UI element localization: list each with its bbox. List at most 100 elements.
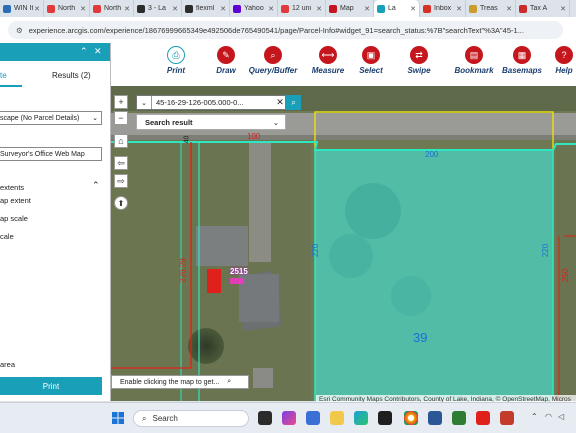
file-explorer-icon[interactable] [330,411,344,425]
search-result-header[interactable]: Search result ⌄ [136,114,286,130]
windows-start-icon[interactable] [112,412,124,424]
task-view-icon[interactable] [258,411,272,425]
section-heading-label: extents [0,183,25,192]
zoom-out-button[interactable]: − [114,111,128,125]
option-map-extent[interactable]: ap extent [0,196,31,205]
browser-tab[interactable]: La ✕ [374,0,420,17]
active-tab-indicator [0,85,22,87]
browser-tab-label: flexml [196,5,215,12]
draw-icon: ✎ [217,46,235,64]
browser-tab-label: 3 - La [148,5,166,12]
browser-tab-label: Tax A [530,5,548,12]
toolbar-button-label: Query/Buffer [248,66,298,75]
close-tab-icon[interactable]: ✕ [560,5,566,13]
print-panel: ⌃ ✕ te Results (2) scape (No Parcel Deta… [0,43,111,401]
clear-search-icon[interactable]: ✕ [275,97,285,108]
previous-extent-button[interactable]: ⇦ [114,156,128,170]
dim-label-parcel-left: 220 [311,243,321,258]
option-map-scale[interactable]: ap scale [0,214,28,223]
zoom-in-button[interactable]: + [114,95,128,109]
volume-icon[interactable]: ◁ [558,412,564,421]
browser-tab[interactable]: Treas ✕ [466,0,516,17]
compass-icon[interactable]: ⬆ [114,196,128,210]
next-extent-button[interactable]: ⇨ [114,174,128,188]
search-result-label: Search result [145,117,193,127]
browser-tab[interactable]: 12 uni ✕ [278,0,326,17]
option-scale[interactable]: cale [0,232,14,241]
close-tab-icon[interactable]: ✕ [364,5,370,13]
close-tab-icon[interactable]: ✕ [34,5,40,13]
url-field[interactable]: ⚙ experience.arcgis.com/experience/18676… [8,21,563,39]
site-info-icon[interactable]: ⚙ [16,26,23,35]
tab-results[interactable]: Results (2) [52,71,91,80]
close-tab-icon[interactable]: ✕ [506,5,512,13]
browser-tab[interactable]: 3 - La ✕ [134,0,182,17]
browser-tab[interactable]: flexml ✕ [182,0,230,17]
search-input[interactable]: ⌄ 45-16-29-126-005.000-0... ✕ [136,95,286,110]
browser-tab[interactable]: Map ✕ [326,0,374,17]
video-app-icon[interactable] [306,411,320,425]
browser-tab-label: La [388,5,396,12]
close-tab-icon[interactable]: ✕ [124,5,130,13]
close-tab-icon[interactable]: ✕ [80,5,86,13]
parcel-39-fill[interactable] [315,150,553,401]
toolbar-swipe-button[interactable]: ⇄ Swipe [391,44,447,85]
basemaps-icon: ▦ [513,46,531,64]
close-tab-icon[interactable]: ✕ [268,5,274,13]
chevron-up-icon[interactable]: ⌃ [531,412,538,421]
browser-tab[interactable]: Tax A ✕ [516,0,570,17]
edge-icon[interactable] [354,411,368,425]
store-icon[interactable] [378,411,392,425]
copilot-icon[interactable] [282,411,296,425]
print-button[interactable]: Print [0,377,102,395]
search-icon: ⌕ [227,378,232,385]
app-icon[interactable] [500,411,514,425]
favicon-icon [3,4,11,13]
browser-tab[interactable]: North ✕ [90,0,134,17]
layout-select-value: scape (No Parcel Details) [0,114,80,122]
tab-print[interactable]: te [0,71,7,80]
browser-tab-strip: WIN It ✕ North ✕ North ✕ 3 - La ✕ flexml ✕ Yahoo ✕ 1… [0,0,576,17]
pdf-icon[interactable] [476,411,490,425]
close-tab-icon[interactable]: ✕ [316,5,322,13]
browser-tab[interactable]: Inbox ✕ [420,0,466,17]
dim-label-left-small: 40 [183,135,191,144]
taskbar-search[interactable]: ⌕ Search [133,410,249,427]
chevron-up-icon[interactable]: ⌃ [92,180,100,191]
toolbar-help-button[interactable]: ? Help [536,44,576,85]
query-icon: ⌕ [264,46,282,64]
search-button[interactable]: ⌕ [286,95,301,110]
parcel-number-label: 39 [413,330,428,345]
browser-tab[interactable]: Yahoo ✕ [230,0,278,17]
close-tab-icon[interactable]: ✕ [456,5,462,13]
url-text: experience.arcgis.com/experience/1867699… [28,25,524,35]
map-view[interactable]: 200 100 40 220 220 270.29 250 2515 39 + … [111,86,576,401]
close-tab-icon[interactable]: ✕ [410,5,416,13]
chevron-down-icon[interactable]: ⌄ [137,96,152,109]
panel-close-icon[interactable]: ✕ [94,46,102,57]
toolbar-print-button[interactable]: ⎙ Print [148,44,204,85]
chrome-icon[interactable] [404,411,418,425]
word-icon[interactable] [428,411,442,425]
close-tab-icon[interactable]: ✕ [220,5,226,13]
excel-icon[interactable] [452,411,466,425]
home-button[interactable]: ⌂ [114,134,128,148]
collapse-up-icon[interactable]: ⌃ [80,46,88,57]
enable-clicking-toggle[interactable]: Enable clicking the map to get... ⌕ [111,375,249,389]
close-tab-icon[interactable]: ✕ [172,5,178,13]
map-title-value: Surveyor's Office Web Map [0,150,85,158]
map-title-input[interactable]: Surveyor's Office Web Map [0,147,102,161]
toolbar-query-buffer-button[interactable]: ⌕ Query/Buffer [245,44,301,85]
wifi-icon[interactable]: ◠ [545,412,552,421]
swipe-icon: ⇄ [410,46,428,64]
browser-tab-label: Treas [480,5,498,12]
layout-select[interactable]: scape (No Parcel Details) ⌄ [0,111,102,125]
favicon-icon [47,4,55,13]
chevron-down-icon: ⌄ [272,117,279,127]
browser-tab[interactable]: WIN It ✕ [0,0,44,17]
search-icon: ⌕ [142,413,147,423]
help-icon: ? [555,46,573,64]
browser-tab[interactable]: North ✕ [44,0,90,17]
dim-label-top-left: 100 [247,132,261,141]
dim-label-far-right: 250 [561,268,571,283]
